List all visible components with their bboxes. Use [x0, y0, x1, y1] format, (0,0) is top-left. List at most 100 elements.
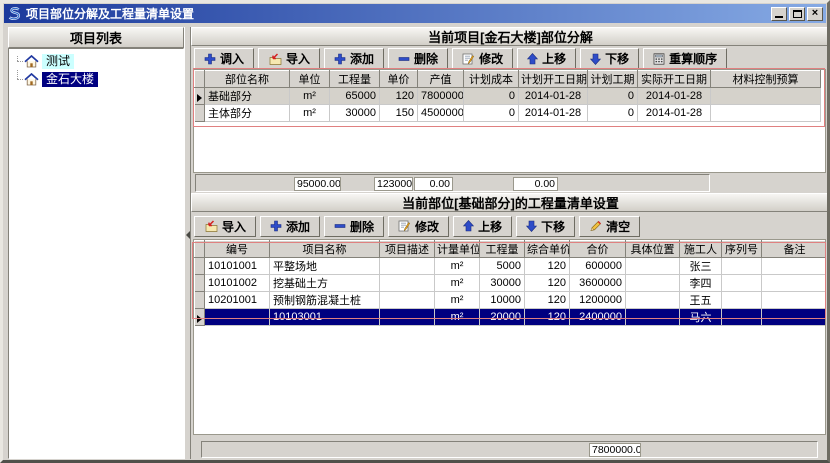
tree-item-test[interactable]: 测试	[13, 52, 183, 70]
recalc-order-button[interactable]: 重算顺序	[643, 48, 727, 69]
modify-button[interactable]: 修改	[452, 48, 513, 69]
grid-cell[interactable]: 10101002	[205, 275, 270, 292]
grid-cell[interactable]: 张三	[680, 258, 722, 275]
column-header[interactable]: 序列号	[722, 241, 762, 258]
grid-cell[interactable]: 0	[464, 88, 519, 105]
grid-cell[interactable]	[626, 258, 680, 275]
column-header[interactable]: 工程量	[330, 71, 380, 88]
column-header[interactable]: 项目描述	[380, 241, 435, 258]
grid-row[interactable]: 10103001 m²200001202400000 马六	[195, 309, 827, 326]
move-down-button[interactable]: 下移	[580, 48, 639, 69]
grid-cell[interactable]	[380, 292, 435, 309]
grid-cell[interactable]: 120	[525, 258, 570, 275]
column-header[interactable]: 单价	[380, 71, 418, 88]
column-header[interactable]: 具体位置	[626, 241, 680, 258]
column-header[interactable]: 综合单价	[525, 241, 570, 258]
grid-row[interactable]: 基础部分m²65000120780000002014-01-2802014-01…	[195, 88, 821, 105]
grid-cell[interactable]: 基础部分	[205, 88, 290, 105]
modify-button[interactable]: 修改	[388, 216, 449, 237]
grid-cell[interactable]: 10103001	[270, 309, 380, 326]
grid-cell[interactable]: 20000	[480, 309, 525, 326]
grid-cell[interactable]: m²	[290, 105, 330, 122]
grid-cell[interactable]: 65000	[330, 88, 380, 105]
grid-cell[interactable]: 预制钢筋混凝土桩	[270, 292, 380, 309]
grid-cell[interactable]	[762, 292, 827, 309]
grid-cell[interactable]: 120	[525, 275, 570, 292]
delete-button[interactable]: 删除	[324, 216, 384, 237]
grid-cell[interactable]	[711, 105, 821, 122]
import-button[interactable]: 导入	[258, 48, 320, 69]
column-header[interactable]: 计量单位	[435, 241, 480, 258]
column-header[interactable]: 计划开工日期	[519, 71, 588, 88]
grid-cell[interactable]: 李四	[680, 275, 722, 292]
add-button[interactable]: 添加	[324, 48, 384, 69]
grid-cell[interactable]: 5000	[480, 258, 525, 275]
grid-row[interactable]: 主体部分m²30000150450000002014-01-2802014-01…	[195, 105, 821, 122]
grid-cell[interactable]	[722, 258, 762, 275]
clear-button[interactable]: 清空	[579, 216, 640, 237]
row-marker[interactable]	[195, 292, 205, 309]
column-header[interactable]: 编号	[205, 241, 270, 258]
grid-cell[interactable]	[626, 275, 680, 292]
grid-cell[interactable]: 120	[525, 309, 570, 326]
add-button[interactable]: 添加	[260, 216, 320, 237]
grid-cell[interactable]: 平整场地	[270, 258, 380, 275]
grid-cell[interactable]: 王五	[680, 292, 722, 309]
column-header[interactable]: 计划工期	[588, 71, 638, 88]
column-header[interactable]: 实际开工日期	[638, 71, 711, 88]
grid-row[interactable]: 10101001平整场地m²5000120600000张三	[195, 258, 827, 275]
grid-cell[interactable]	[722, 275, 762, 292]
grid-cell[interactable]: m²	[435, 309, 480, 326]
row-marker[interactable]	[195, 258, 205, 275]
grid-cell[interactable]: 挖基础土方	[270, 275, 380, 292]
grid-cell[interactable]: 120	[380, 88, 418, 105]
grid-cell[interactable]: 600000	[570, 258, 626, 275]
import-button[interactable]: 导入	[194, 216, 256, 237]
grid-cell[interactable]: m²	[435, 292, 480, 309]
column-header[interactable]: 部位名称	[205, 71, 290, 88]
grid-cell[interactable]	[762, 275, 827, 292]
grid-cell[interactable]: 4500000	[418, 105, 464, 122]
column-header[interactable]: 产值	[418, 71, 464, 88]
grid-cell[interactable]: 2014-01-28	[519, 105, 588, 122]
grid-cell[interactable]: 30000	[330, 105, 380, 122]
grid-cell[interactable]: 2400000	[570, 309, 626, 326]
move-down-button[interactable]: 下移	[516, 216, 575, 237]
grid-cell[interactable]: 7800000	[418, 88, 464, 105]
grid-cell[interactable]: 1200000	[570, 292, 626, 309]
column-header[interactable]: 单位	[290, 71, 330, 88]
grid-cell[interactable]: 120	[525, 292, 570, 309]
panel-splitter[interactable]	[184, 27, 191, 459]
grid-cell[interactable]: 0	[588, 105, 638, 122]
minimize-button[interactable]	[771, 7, 787, 21]
grid-cell[interactable]	[380, 275, 435, 292]
column-header[interactable]: 计划成本	[464, 71, 519, 88]
grid-cell[interactable]: 主体部分	[205, 105, 290, 122]
grid-cell[interactable]: 150	[380, 105, 418, 122]
row-marker[interactable]	[195, 309, 205, 326]
tree-item-label[interactable]: 测试	[42, 54, 74, 69]
maximize-button[interactable]	[789, 7, 805, 21]
close-button[interactable]: ×	[807, 7, 823, 21]
move-up-button[interactable]: 上移	[517, 48, 576, 69]
grid-cell[interactable]: m²	[290, 88, 330, 105]
column-header[interactable]: 工程量	[480, 241, 525, 258]
load-button[interactable]: 调入	[194, 48, 254, 69]
grid-cell[interactable]: 2014-01-28	[519, 88, 588, 105]
column-header[interactable]: 材料控制预算	[711, 71, 821, 88]
grid-cell[interactable]: 0	[464, 105, 519, 122]
grid-cell[interactable]: 30000	[480, 275, 525, 292]
grid-cell[interactable]	[380, 309, 435, 326]
grid-cell[interactable]: 马六	[680, 309, 722, 326]
grid-cell[interactable]: 3600000	[570, 275, 626, 292]
grid-cell[interactable]: m²	[435, 258, 480, 275]
column-header[interactable]: 施工人	[680, 241, 722, 258]
grid-row[interactable]: 10201001预制钢筋混凝土桩m²100001201200000王五	[195, 292, 827, 309]
collapse-arrow-icon[interactable]	[186, 231, 190, 239]
grid-cell[interactable]: 0	[588, 88, 638, 105]
grid-cell[interactable]: 10201001	[205, 292, 270, 309]
row-marker[interactable]	[195, 105, 205, 122]
grid-cell[interactable]: 2014-01-28	[638, 88, 711, 105]
grid-row[interactable]: 10101002挖基础土方m²300001203600000李四	[195, 275, 827, 292]
grid-cell[interactable]	[205, 309, 270, 326]
